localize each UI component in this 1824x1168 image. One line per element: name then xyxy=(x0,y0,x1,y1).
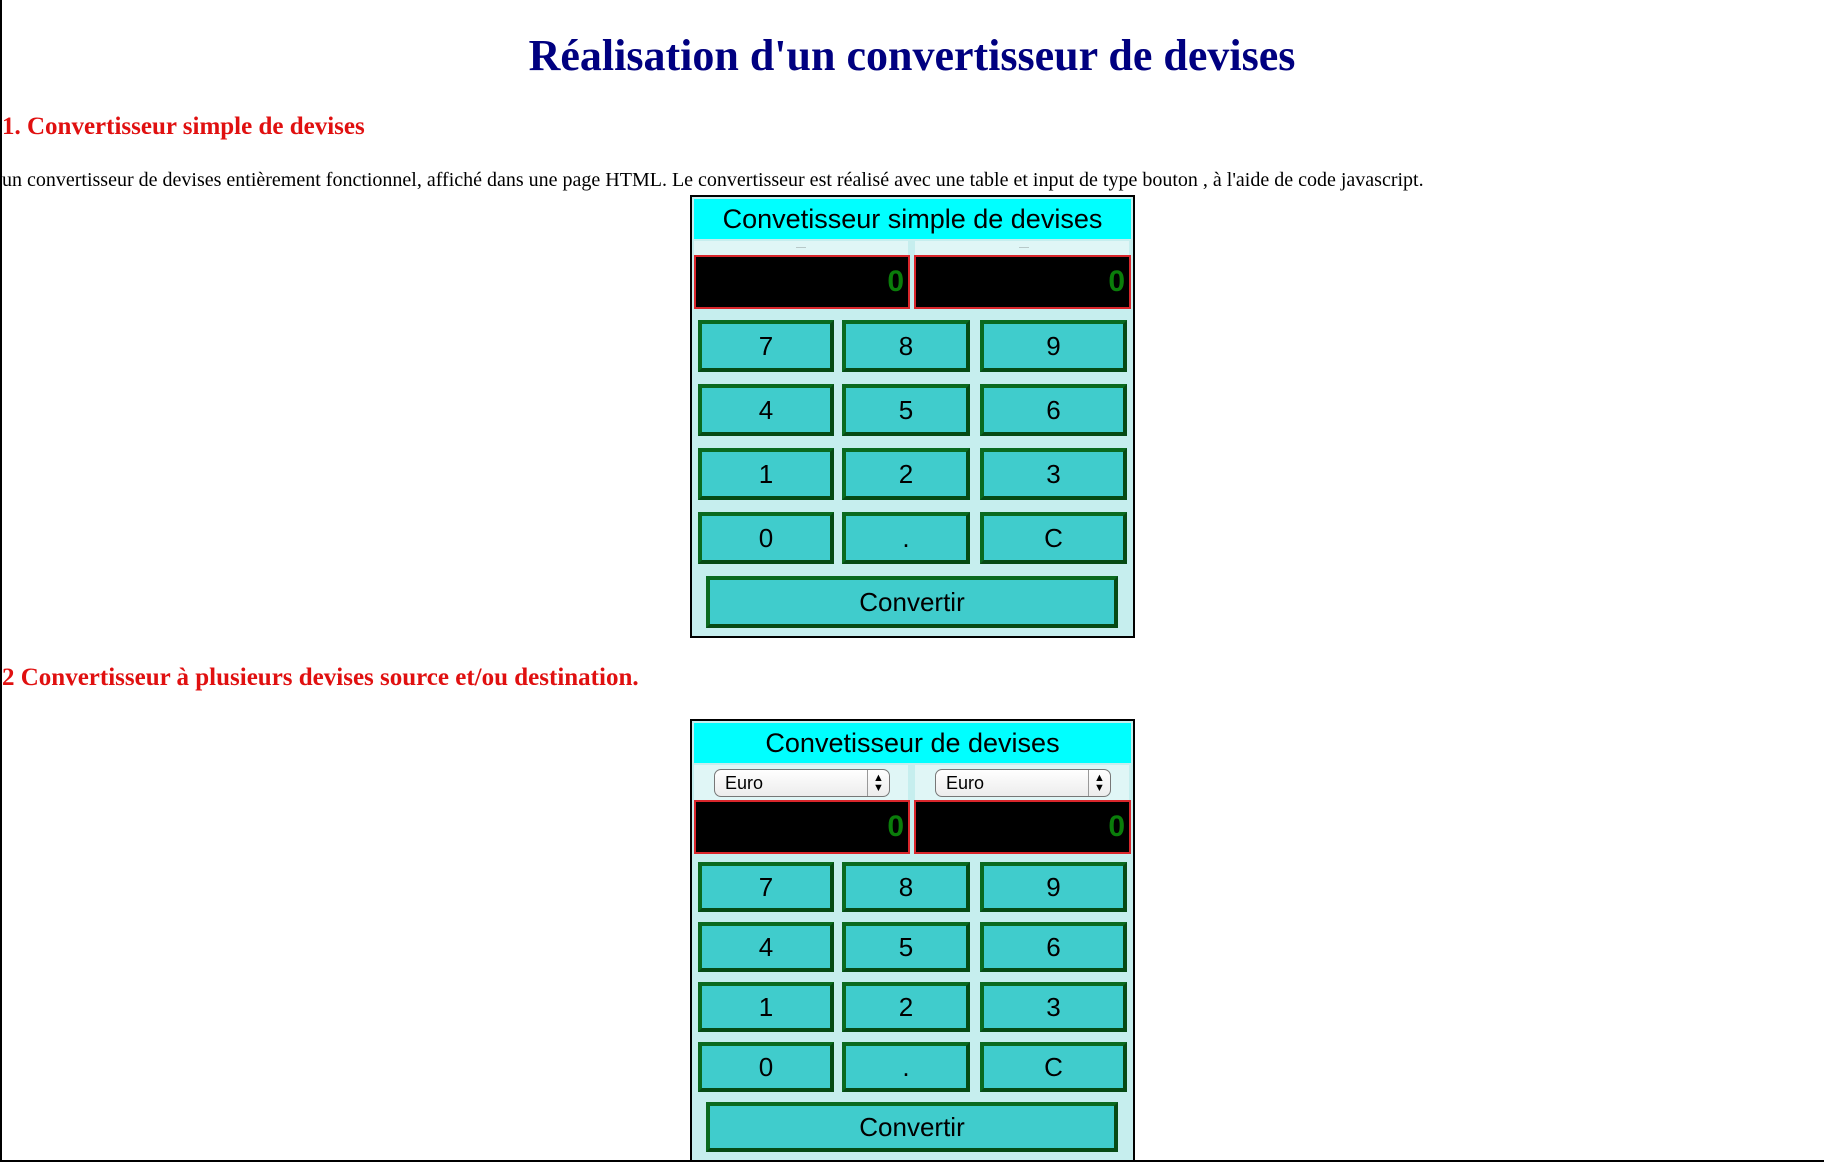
source-display: 0 xyxy=(694,255,910,309)
target-currency-cell: Euro ▲ ▼ xyxy=(915,765,1129,803)
key-7[interactable]: 7 xyxy=(698,320,834,372)
source-currency-cell: Euro ▲ ▼ xyxy=(694,765,908,803)
key-3[interactable]: 3 xyxy=(980,982,1127,1032)
convert-button[interactable]: Convertir xyxy=(706,576,1118,628)
key-3[interactable]: 3 xyxy=(980,448,1127,500)
key-clear[interactable]: C xyxy=(980,1042,1127,1092)
select-arrows-icon: ▲ ▼ xyxy=(1088,770,1110,796)
section-title-simple: 1. Convertisseur simple de devises xyxy=(2,113,365,140)
intro-text: un convertisseur de devises entièrement … xyxy=(2,169,1424,191)
converter-title: Convetisseur simple de devises xyxy=(694,199,1131,239)
key-9[interactable]: 9 xyxy=(980,862,1127,912)
key-5[interactable]: 5 xyxy=(842,922,970,972)
key-decimal-point[interactable]: . xyxy=(842,512,970,564)
converter-title: Convetisseur de devises xyxy=(694,723,1131,763)
key-4[interactable]: 4 xyxy=(698,384,834,436)
key-0[interactable]: 0 xyxy=(698,1042,834,1092)
key-6[interactable]: 6 xyxy=(980,384,1127,436)
key-5[interactable]: 5 xyxy=(842,384,970,436)
key-1[interactable]: 1 xyxy=(698,982,834,1032)
result-display: 0 xyxy=(914,255,1131,309)
source-display: 0 xyxy=(694,800,910,854)
key-2[interactable]: 2 xyxy=(842,448,970,500)
section-title-multi: 2 Convertisseur à plusieurs devises sour… xyxy=(2,664,639,691)
page-title: Réalisation d'un convertisseur de devise… xyxy=(528,31,1296,80)
target-currency-select[interactable]: Euro ▲ ▼ xyxy=(935,769,1111,797)
key-4[interactable]: 4 xyxy=(698,922,834,972)
currency-row: Euro ▲ ▼ Euro ▲ ▼ xyxy=(694,765,1131,803)
source-currency-value: Euro xyxy=(725,773,764,793)
select-arrows-icon: ▲ ▼ xyxy=(867,770,889,796)
target-currency-value: Euro xyxy=(946,773,985,793)
key-8[interactable]: 8 xyxy=(842,320,970,372)
multi-currency-converter: Convetisseur de devises Euro ▲ ▼ Euro ▲ ▼ … xyxy=(690,719,1135,1162)
result-display: 0 xyxy=(914,800,1131,854)
convert-button[interactable]: Convertir xyxy=(706,1102,1118,1152)
source-currency-select[interactable]: Euro ▲ ▼ xyxy=(714,769,890,797)
key-7[interactable]: 7 xyxy=(698,862,834,912)
key-clear[interactable]: C xyxy=(980,512,1127,564)
simple-converter: Convetisseur simple de devises 0 0 7 8 9… xyxy=(690,195,1135,638)
key-0[interactable]: 0 xyxy=(698,512,834,564)
key-8[interactable]: 8 xyxy=(842,862,970,912)
key-9[interactable]: 9 xyxy=(980,320,1127,372)
key-1[interactable]: 1 xyxy=(698,448,834,500)
key-decimal-point[interactable]: . xyxy=(842,1042,970,1092)
key-2[interactable]: 2 xyxy=(842,982,970,1032)
key-6[interactable]: 6 xyxy=(980,922,1127,972)
